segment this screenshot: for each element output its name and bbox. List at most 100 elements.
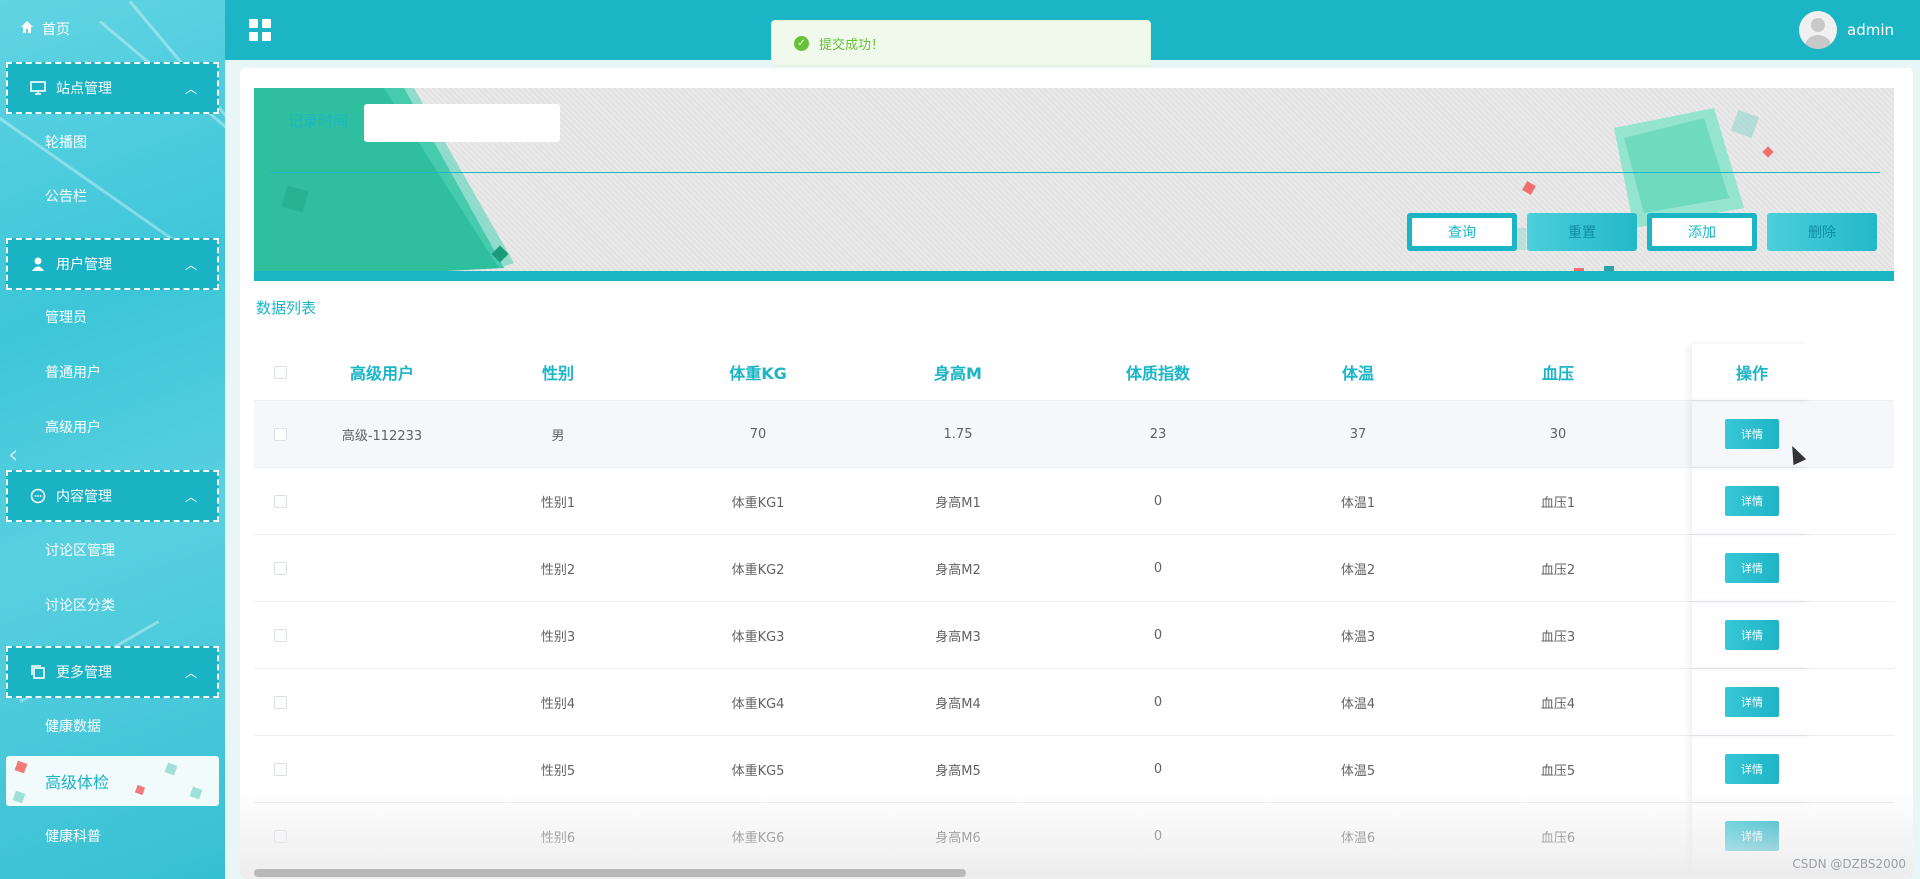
sidebar-item-health-science[interactable]: 健康科普 [45,822,101,852]
horizontal-scrollbar[interactable] [254,869,1894,877]
cell-height: 身高M3 [935,629,981,645]
cell-height: 身高M5 [935,763,981,779]
row-checkbox[interactable] [273,628,287,642]
row-checkbox[interactable] [273,695,287,709]
column-header[interactable]: 体温 [1258,360,1458,384]
detail-button[interactable]: 详情 [1725,553,1779,583]
table-row[interactable]: 性别4 体重KG4 身高M4 0 体温4 血压4 详情 [254,669,1894,736]
chat-icon [30,488,46,504]
cell-height: 身高M6 [935,830,981,846]
delete-button[interactable]: 删除 [1767,213,1877,251]
cell-bmi: 0 [1153,761,1163,777]
table-row[interactable]: 高级-112233 男 70 1.75 23 37 30 详情 [254,401,1894,468]
cell-blood-pressure: 血压5 [1540,763,1576,779]
avatar [1799,11,1837,49]
user-name: admin [1847,21,1894,39]
table-header: 高级用户 性别 体重KG 身高M 体质指数 体温 血压 操作 [254,344,1894,401]
sidebar-item-home[interactable]: 首页 [20,14,70,44]
cell-bmi: 23 [1149,426,1167,442]
sidebar-group-more[interactable]: 更多管理 ︿ [6,646,219,698]
table-row[interactable]: 性别2 体重KG2 身高M2 0 体温2 血压2 详情 [254,535,1894,602]
cell-temperature: 37 [1349,426,1367,442]
toast-message: 提交成功！ [819,37,885,53]
cell-temperature: 体温4 [1340,696,1376,712]
cell-weight: 体重KG4 [731,696,785,712]
chevron-up-icon: ︿ [184,81,197,96]
sidebar-item-banner[interactable]: 轮播图 [45,128,87,158]
cell-weight: 体重KG3 [731,629,785,645]
sidebar-item-senior-users[interactable]: 高级用户 [45,413,101,443]
detail-button[interactable]: 详情 [1725,821,1779,851]
sidebar-item-notice[interactable]: 公告栏 [45,182,87,212]
cell-sex: 性别3 [540,629,576,645]
chevron-up-icon: ︿ [184,257,197,272]
sidebar-group-label: 内容管理 [56,489,112,505]
record-time-input[interactable] [364,104,560,142]
detail-button[interactable]: 详情 [1725,419,1779,449]
detail-button[interactable]: 详情 [1725,620,1779,650]
column-header[interactable]: 性别 [458,360,658,384]
cell-weight: 体重KG1 [731,495,785,511]
cell-sex: 男 [551,428,565,444]
sidebar-item-forum-category[interactable]: 讨论区分类 [45,591,115,621]
cell-sex: 性别1 [540,495,576,511]
cell-sex: 性别5 [540,763,576,779]
sidebar-item-admin[interactable]: 管理员 [45,303,87,333]
cell-weight: 70 [749,426,767,442]
sidebar-group-users[interactable]: 用户管理 ︿ [6,238,219,290]
sidebar-group-label: 用户管理 [56,257,112,273]
chevron-left-icon: ‹ [8,440,19,470]
monitor-icon [30,80,46,96]
cell-bmi: 0 [1153,828,1163,844]
sidebar-group-content[interactable]: 内容管理 ︿ [6,470,219,522]
cell-weight: 体重KG6 [731,830,785,846]
search-label: 记录时间 [288,112,349,130]
table-row[interactable]: 性别3 体重KG3 身高M3 0 体温3 血压3 详情 [254,602,1894,669]
row-checkbox[interactable] [273,762,287,776]
cell-temperature: 体温2 [1340,562,1376,578]
cell-weight: 体重KG2 [731,562,785,578]
sidebar-item-forum[interactable]: 讨论区管理 [45,536,115,566]
table-row[interactable]: 性别6 体重KG6 身高M6 0 体温6 血压6 详情 [254,803,1894,870]
user-menu[interactable]: admin [1799,11,1894,49]
list-title: 数据列表 [256,299,317,317]
copy-icon [30,664,46,680]
select-all-checkbox[interactable] [273,365,287,379]
sidebar-item-senior-checkup[interactable]: 高级体检 [6,756,219,806]
watermark: CSDN @DZBS2000 [1792,857,1906,871]
row-checkbox[interactable] [273,427,287,441]
cell-temperature: 体温5 [1340,763,1376,779]
detail-button[interactable]: 详情 [1725,486,1779,516]
cell-blood-pressure: 血压2 [1540,562,1576,578]
row-checkbox[interactable] [273,561,287,575]
sidebar-group-label: 更多管理 [56,665,112,681]
sidebar-group-site[interactable]: 站点管理 ︿ [6,62,219,114]
add-button[interactable]: 添加 [1647,213,1757,251]
cell-sex: 性别4 [540,696,576,712]
detail-button[interactable]: 详情 [1725,754,1779,784]
query-button[interactable]: 查询 [1407,213,1517,251]
table-row[interactable]: 性别1 体重KG1 身高M1 0 体温1 血压1 详情 [254,468,1894,535]
scrollbar-thumb[interactable] [254,869,966,877]
sidebar-item-health-data[interactable]: 健康数据 [45,712,101,742]
cell-height: 身高M1 [935,495,981,511]
reset-button[interactable]: 重置 [1527,213,1637,251]
query-button-label: 查询 [1411,217,1513,247]
column-header[interactable]: 身高M [858,360,1058,384]
column-header[interactable]: 血压 [1458,360,1658,384]
add-button-label: 添加 [1651,217,1753,247]
cell-sex: 性别2 [540,562,576,578]
sidebar-item-normal-users[interactable]: 普通用户 [45,358,101,388]
chevron-up-icon: ︿ [184,489,197,504]
detail-button[interactable]: 详情 [1725,687,1779,717]
sidebar-item-label: 首页 [42,22,70,38]
sidebar-group-label: 站点管理 [56,81,112,97]
chevron-up-icon: ︿ [184,665,197,680]
row-checkbox[interactable] [273,494,287,508]
column-header[interactable]: 体重KG [658,360,858,384]
column-header[interactable]: 高级用户 [306,360,458,384]
row-checkbox[interactable] [273,829,287,843]
cell-sex: 性别6 [540,830,576,846]
column-header[interactable]: 体质指数 [1058,360,1258,384]
table-row[interactable]: 性别5 体重KG5 身高M5 0 体温5 血压5 详情 [254,736,1894,803]
